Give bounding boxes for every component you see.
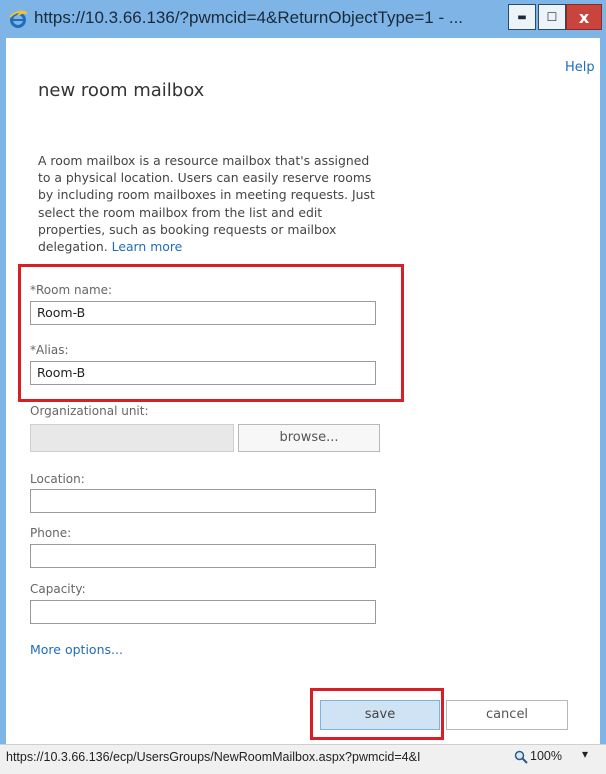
minimize-icon: ▬ — [517, 11, 527, 23]
capacity-label: Capacity: — [30, 582, 86, 596]
maximize-icon: ☐ — [546, 10, 558, 24]
more-options-link[interactable]: More options... — [30, 642, 123, 657]
close-icon: x — [578, 7, 590, 27]
chevron-down-icon[interactable]: ▾ — [582, 747, 588, 761]
help-link[interactable]: Help — [565, 60, 595, 75]
org-unit-field — [30, 424, 234, 452]
ie-icon — [9, 10, 28, 28]
window-title: https://10.3.66.136/?pwmcid=4&ReturnObje… — [34, 8, 464, 27]
learn-more-link[interactable]: Learn more — [112, 239, 183, 254]
close-button[interactable]: x — [566, 4, 602, 30]
phone-label: Phone: — [30, 526, 72, 540]
org-unit-label: Organizational unit: — [30, 404, 149, 418]
alias-input[interactable]: Room-B — [30, 361, 376, 385]
zoom-level[interactable]: 100% — [530, 749, 562, 763]
cancel-button[interactable]: cancel — [446, 700, 568, 730]
location-input[interactable] — [30, 489, 376, 513]
room-name-input[interactable]: Room-B — [30, 301, 376, 325]
window-frame-right — [600, 38, 606, 744]
alias-label: *Alias: — [30, 343, 69, 357]
minimize-button[interactable]: ▬ — [508, 4, 536, 30]
window-frame-left — [0, 38, 6, 744]
magnifier-icon[interactable] — [514, 750, 528, 764]
status-url: https://10.3.66.136/ecp/UsersGroups/NewR… — [6, 750, 421, 764]
description-body: A room mailbox is a resource mailbox tha… — [38, 153, 375, 255]
save-button[interactable]: save — [320, 700, 440, 730]
room-name-label: *Room name: — [30, 283, 113, 297]
page-title: new room mailbox — [38, 80, 205, 101]
maximize-button[interactable]: ☐ — [538, 4, 566, 30]
phone-input[interactable] — [30, 544, 376, 568]
browse-button[interactable]: browse... — [238, 424, 380, 452]
capacity-input[interactable] — [30, 600, 376, 624]
description-text: A room mailbox is a resource mailbox tha… — [38, 152, 383, 255]
location-label: Location: — [30, 472, 85, 486]
